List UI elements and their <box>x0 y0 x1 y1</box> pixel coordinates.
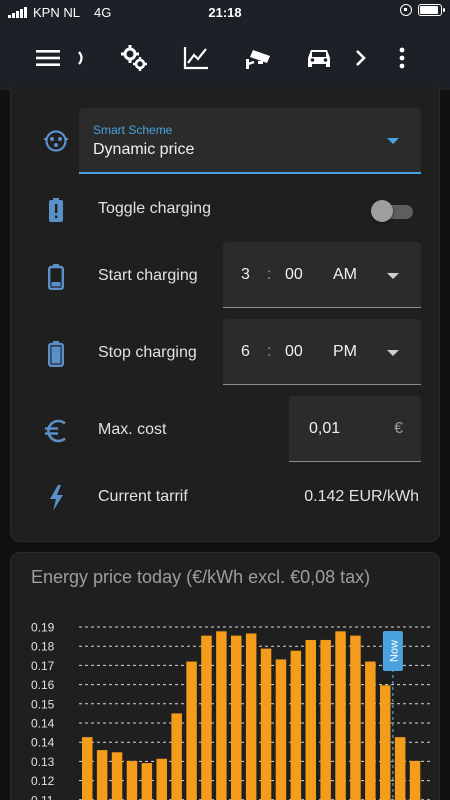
price-bar[interactable] <box>260 648 272 800</box>
status-bar: KPN NL 4G 21:18 <box>0 0 450 26</box>
top-bar: KPN NL 4G 21:18 <box>0 0 450 90</box>
start-charging-time-input[interactable]: 3 : 00 AM <box>223 242 421 308</box>
price-bar[interactable] <box>365 661 376 800</box>
y-tick-label: 0.18 <box>31 640 55 654</box>
max-cost-unit: € <box>394 420 403 437</box>
price-bar[interactable] <box>171 713 182 800</box>
price-bar[interactable] <box>82 737 93 800</box>
price-bar[interactable] <box>231 635 242 800</box>
price-bar[interactable] <box>201 635 212 800</box>
price-bar[interactable] <box>126 760 138 800</box>
lightning-icon <box>41 483 71 513</box>
start-ampm[interactable]: AM <box>333 266 357 284</box>
y-tick-label: 0.12 <box>31 774 55 788</box>
start-minute[interactable]: 00 <box>285 266 303 284</box>
toggle-charging-switch[interactable] <box>371 200 415 222</box>
now-label: Now <box>388 640 400 662</box>
smart-scheme-value: Dynamic price <box>93 141 195 158</box>
price-bar[interactable] <box>350 635 361 800</box>
price-bar[interactable] <box>320 639 331 800</box>
euro-icon <box>41 416 71 446</box>
ev-plug-icon <box>41 126 71 156</box>
price-bar[interactable] <box>216 631 227 800</box>
y-tick-label: 0.13 <box>31 755 55 769</box>
price-bar[interactable] <box>335 631 346 800</box>
car-icon[interactable] <box>301 40 337 76</box>
start-hour[interactable]: 3 <box>241 266 250 284</box>
chevron-right-icon[interactable] <box>342 40 378 76</box>
smart-scheme-label: Smart Scheme <box>93 123 173 137</box>
toggle-knob <box>371 200 393 222</box>
y-tick-label: 0.16 <box>31 678 55 692</box>
y-tick-label: 0.17 <box>31 659 55 673</box>
price-bar[interactable] <box>409 760 421 800</box>
stop-charging-time-input[interactable]: 6 : 00 PM <box>223 319 421 385</box>
stop-minute[interactable]: 00 <box>285 343 303 361</box>
current-tariff-value: 0.142 EUR/kWh <box>304 488 419 505</box>
chevron-down-icon <box>387 138 399 144</box>
battery-alert-icon <box>41 195 71 225</box>
price-bar[interactable] <box>290 650 302 800</box>
settings-icon[interactable] <box>116 40 152 76</box>
chevron-left-icon[interactable] <box>66 40 96 76</box>
toggle-charging-label: Toggle charging <box>98 200 211 217</box>
max-cost-label: Max. cost <box>98 421 167 438</box>
cctv-icon[interactable] <box>240 40 276 76</box>
start-charging-label: Start charging <box>98 267 198 284</box>
price-bar[interactable] <box>245 633 257 800</box>
app-bar <box>0 30 450 86</box>
smart-scheme-select[interactable]: Smart Scheme Dynamic price <box>79 108 421 174</box>
price-bar[interactable] <box>186 661 197 800</box>
y-tick-label: 0.14 <box>31 736 55 750</box>
chevron-down-icon[interactable] <box>387 273 399 279</box>
charging-settings-card: Smart Scheme Dynamic price Toggle chargi… <box>10 86 440 542</box>
current-tariff-label: Current tarrif <box>98 488 188 505</box>
price-bar[interactable] <box>156 758 168 800</box>
chevron-down-icon[interactable] <box>387 350 399 356</box>
more-vert-icon[interactable] <box>384 40 420 76</box>
price-bar[interactable] <box>111 752 123 800</box>
menu-icon[interactable] <box>30 40 66 76</box>
time-separator: : <box>267 343 272 360</box>
stop-charging-label: Stop charging <box>98 344 197 361</box>
chart-icon[interactable] <box>178 40 214 76</box>
price-bar[interactable] <box>275 659 287 800</box>
energy-price-chart: 0.19 0.18 0.17 0.16 0.15 0.14 0.14 0.13 0.12 0.11… <box>31 621 433 800</box>
price-bar[interactable] <box>96 750 108 800</box>
stop-ampm[interactable]: PM <box>333 343 357 361</box>
price-bar[interactable] <box>380 685 391 800</box>
energy-price-card: Energy price today (€/kWh excl. €0,08 ta… <box>10 552 440 800</box>
y-tick-label: 0.11 <box>31 793 54 800</box>
clock: 21:18 <box>208 5 242 20</box>
time-separator: : <box>267 266 272 283</box>
price-bar[interactable] <box>394 737 406 800</box>
rotation-lock-icon <box>400 4 412 16</box>
price-bar[interactable] <box>141 763 153 800</box>
battery-low-icon <box>41 262 71 292</box>
y-tick-label: 0.19 <box>31 621 55 635</box>
stop-hour[interactable]: 6 <box>241 343 250 361</box>
battery-icon <box>418 4 445 16</box>
max-cost-value[interactable]: 0,01 <box>309 420 340 438</box>
price-bar[interactable] <box>305 639 317 800</box>
max-cost-input[interactable]: 0,01 € <box>289 396 421 462</box>
chart-title: Energy price today (€/kWh excl. €0,08 ta… <box>31 567 371 587</box>
battery-high-icon <box>41 339 71 369</box>
y-tick-label: 0.15 <box>31 697 55 711</box>
y-tick-label: 0.14 <box>31 717 55 731</box>
